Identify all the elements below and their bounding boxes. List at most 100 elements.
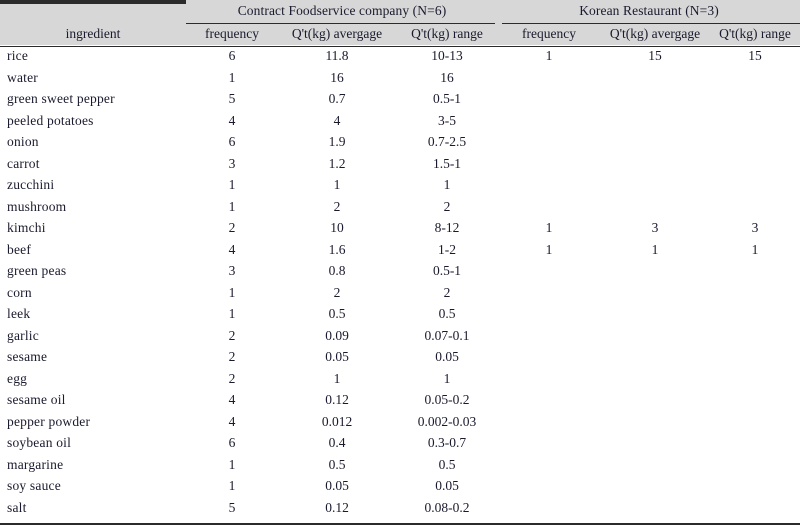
cell-restaurant-frequency (498, 324, 600, 346)
cell-ingredient: egg (0, 367, 186, 389)
cell-contract-average: 11.8 (278, 45, 396, 67)
cell-contract-range: 0.5-1 (396, 88, 498, 110)
table-row: garlic 2 0.09 0.07-0.1 (0, 324, 800, 346)
cell-restaurant-frequency (498, 303, 600, 325)
cell-restaurant-average (600, 195, 710, 217)
cell-contract-frequency: 2 (186, 217, 278, 239)
cell-contract-frequency: 6 (186, 131, 278, 153)
table-row: zucchini 1 1 1 (0, 174, 800, 196)
table-row: salt 5 0.12 0.08-0.2 (0, 496, 800, 518)
cell-ingredient: pepper powder (0, 410, 186, 432)
column-header-row: ingredient frequency Q't(kg) avergage Q'… (0, 22, 800, 45)
cell-contract-average: 1 (278, 174, 396, 196)
cell-contract-frequency: 6 (186, 45, 278, 67)
cell-restaurant-frequency (498, 88, 600, 110)
cell-restaurant-frequency (498, 346, 600, 368)
cell-restaurant-average (600, 496, 710, 518)
cell-contract-average: 0.7 (278, 88, 396, 110)
table-row: pepper powder 4 0.012 0.002-0.03 (0, 410, 800, 432)
cell-ingredient: onion (0, 131, 186, 153)
cell-ingredient: salt (0, 496, 186, 518)
cell-restaurant-frequency (498, 389, 600, 411)
cell-contract-average: 0.5 (278, 453, 396, 475)
table-row: green peas 3 0.8 0.5-1 (0, 260, 800, 282)
table-row: leek 1 0.5 0.5 (0, 303, 800, 325)
table-row: kimchi 2 10 8-12 1 3 3 (0, 217, 800, 239)
cell-restaurant-average (600, 389, 710, 411)
cell-restaurant-average (600, 303, 710, 325)
cell-restaurant-frequency: 1 (498, 217, 600, 239)
cell-restaurant-average (600, 281, 710, 303)
cell-restaurant-frequency (498, 410, 600, 432)
cell-restaurant-average (600, 131, 710, 153)
cell-contract-average: 0.4 (278, 432, 396, 454)
cell-restaurant-average (600, 152, 710, 174)
cell-restaurant-frequency (498, 195, 600, 217)
cell-restaurant-range (710, 66, 800, 88)
cell-contract-range: 2 (396, 195, 498, 217)
table-bottom-rule (0, 523, 800, 525)
cell-restaurant-range (710, 88, 800, 110)
cell-ingredient: soybean oil (0, 432, 186, 454)
cell-restaurant-average (600, 475, 710, 497)
group-b-underline (502, 23, 800, 24)
cell-restaurant-range: 15 (710, 45, 800, 67)
cell-contract-average: 0.12 (278, 389, 396, 411)
cell-contract-average: 0.5 (278, 303, 396, 325)
cell-contract-average: 1.9 (278, 131, 396, 153)
cell-ingredient: margarine (0, 453, 186, 475)
cell-restaurant-average (600, 432, 710, 454)
table-row: carrot 3 1.2 1.5-1 (0, 152, 800, 174)
cell-ingredient: rice (0, 45, 186, 67)
cell-ingredient: leek (0, 303, 186, 325)
cell-contract-range: 8-12 (396, 217, 498, 239)
table-row: egg 2 1 1 (0, 367, 800, 389)
ingredient-quantity-table: Contract Foodservice company (N=6) Korea… (0, 0, 800, 532)
table-row: soybean oil 6 0.4 0.3-0.7 (0, 432, 800, 454)
cell-ingredient: sesame oil (0, 389, 186, 411)
table-row: margarine 1 0.5 0.5 (0, 453, 800, 475)
cell-restaurant-range (710, 174, 800, 196)
cell-contract-frequency: 3 (186, 260, 278, 282)
cell-restaurant-frequency: 1 (498, 238, 600, 260)
header-bottom-rule (0, 46, 800, 47)
cell-ingredient: zucchini (0, 174, 186, 196)
cell-ingredient: mushroom (0, 195, 186, 217)
cell-restaurant-average (600, 367, 710, 389)
cell-contract-range: 10-13 (396, 45, 498, 67)
column-header-ingredient: ingredient (0, 22, 186, 45)
cell-contract-average: 1 (278, 367, 396, 389)
table-row: sesame oil 4 0.12 0.05-0.2 (0, 389, 800, 411)
cell-restaurant-range (710, 496, 800, 518)
cell-contract-average: 0.05 (278, 475, 396, 497)
cell-contract-range: 0.05-0.2 (396, 389, 498, 411)
column-header-a-frequency: frequency (186, 22, 278, 45)
cell-restaurant-average (600, 324, 710, 346)
column-header-b-frequency: frequency (498, 22, 600, 45)
cell-contract-average: 16 (278, 66, 396, 88)
cell-restaurant-frequency (498, 475, 600, 497)
table-row: onion 6 1.9 0.7-2.5 (0, 131, 800, 153)
cell-restaurant-average (600, 66, 710, 88)
cell-contract-range: 1 (396, 174, 498, 196)
table-body: rice 6 11.8 10-13 1 15 15 water 1 16 16 green sweet… (0, 45, 800, 518)
cell-restaurant-range (710, 475, 800, 497)
cell-contract-range: 0.5-1 (396, 260, 498, 282)
cell-contract-range: 0.002-0.03 (396, 410, 498, 432)
cell-ingredient: green peas (0, 260, 186, 282)
cell-restaurant-average: 15 (600, 45, 710, 67)
cell-restaurant-range (710, 346, 800, 368)
table-row: water 1 16 16 (0, 66, 800, 88)
cell-contract-range: 0.07-0.1 (396, 324, 498, 346)
table-row: green sweet pepper 5 0.7 0.5-1 (0, 88, 800, 110)
cell-restaurant-average: 3 (600, 217, 710, 239)
cell-restaurant-range (710, 432, 800, 454)
cell-ingredient: sesame (0, 346, 186, 368)
cell-ingredient: peeled potatoes (0, 109, 186, 131)
cell-contract-frequency: 4 (186, 389, 278, 411)
cell-contract-average: 1.6 (278, 238, 396, 260)
cell-contract-frequency: 4 (186, 109, 278, 131)
cell-contract-frequency: 1 (186, 303, 278, 325)
cell-contract-frequency: 1 (186, 174, 278, 196)
group-header-korean-restaurant: Korean Restaurant (N=3) (498, 0, 800, 22)
